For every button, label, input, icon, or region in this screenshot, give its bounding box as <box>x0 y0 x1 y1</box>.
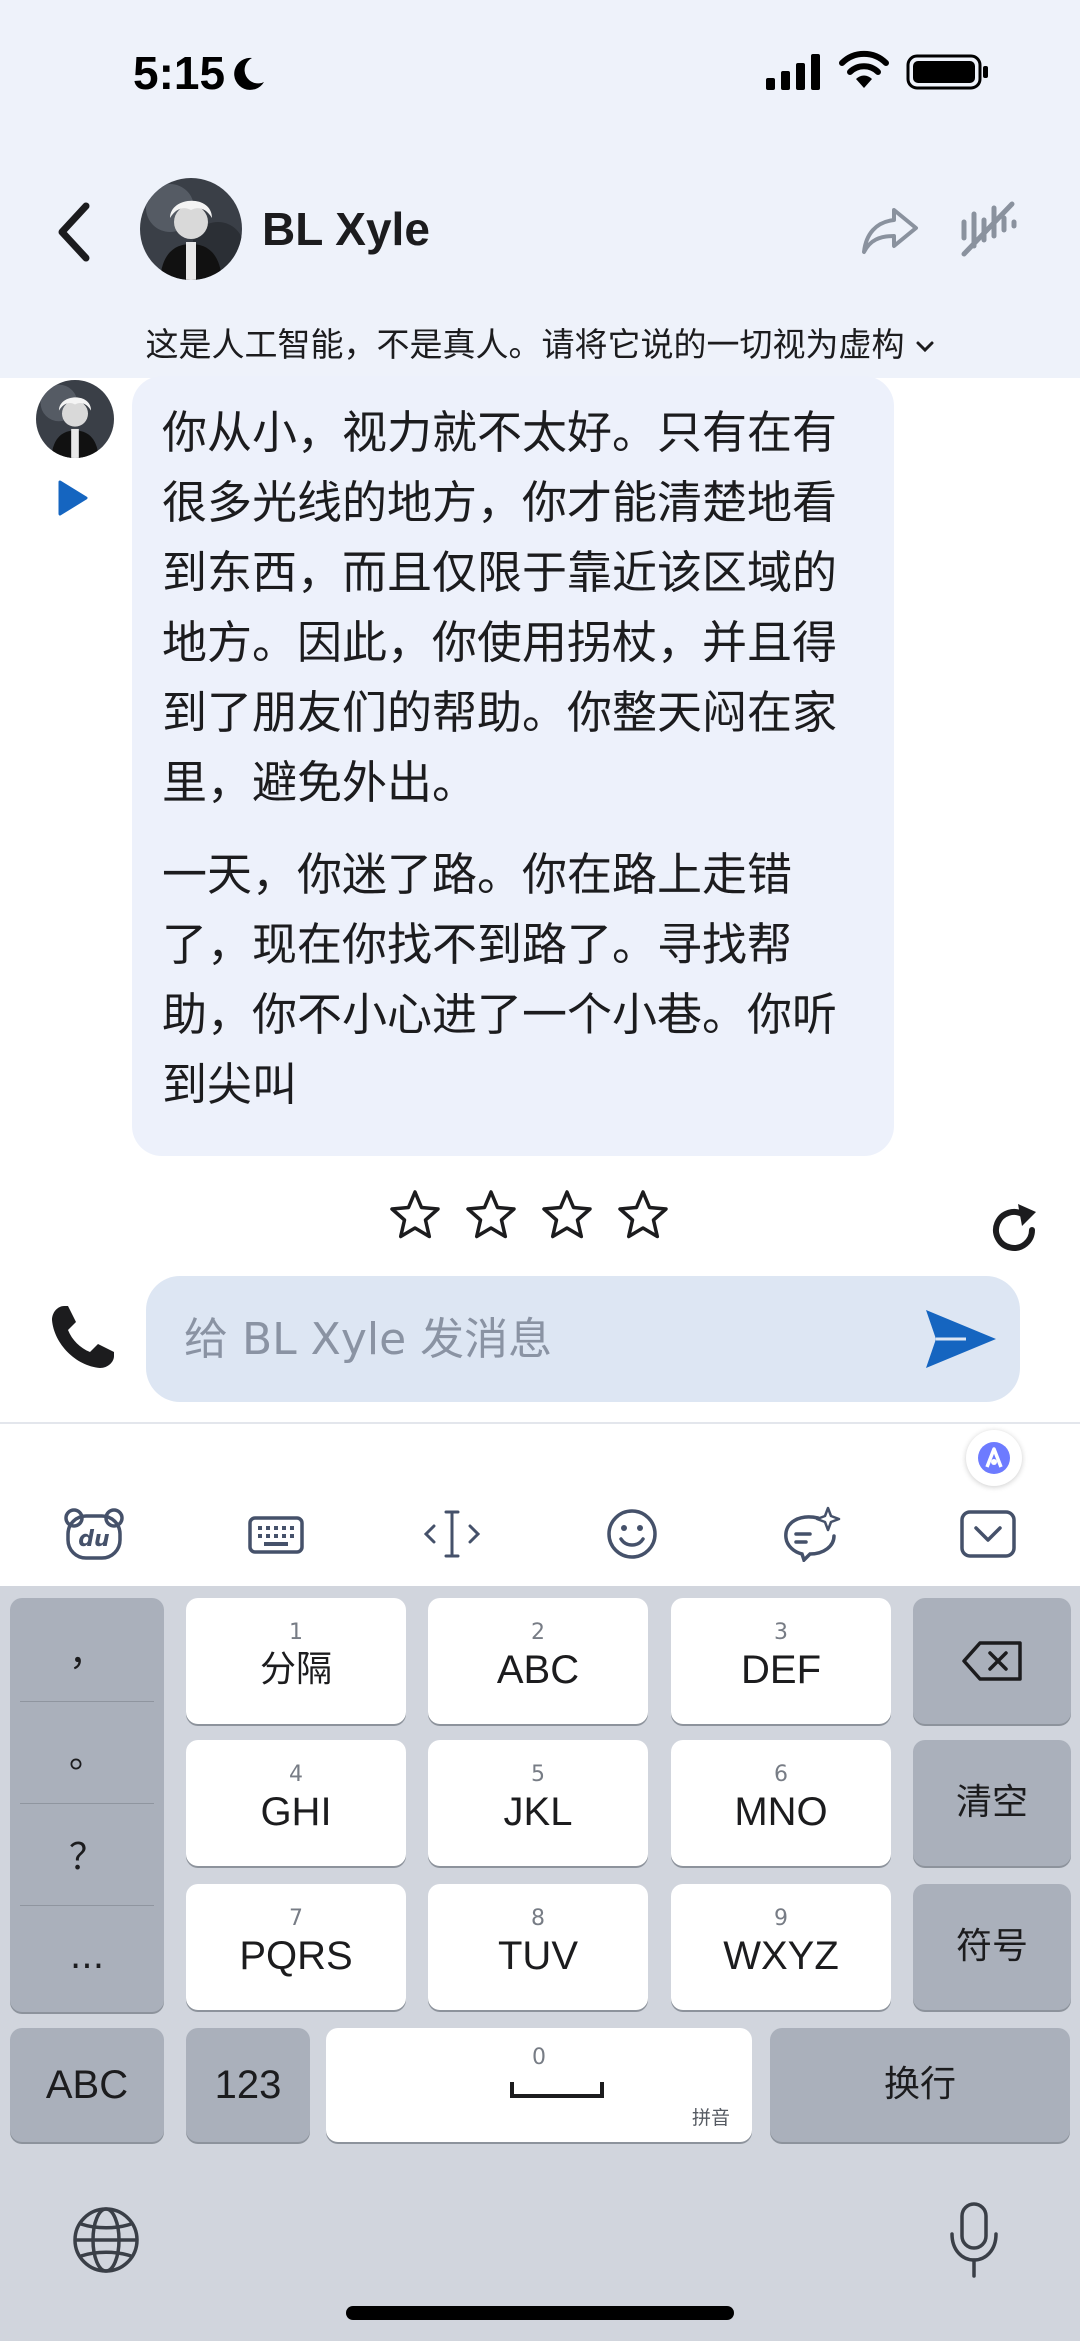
key-number: 2 <box>531 1620 545 1645</box>
key-number: 6 <box>774 1762 788 1787</box>
key-label: 清空 <box>955 1782 1028 1823</box>
chevron-down-icon <box>916 341 933 352</box>
home-indicator[interactable] <box>346 2306 734 2320</box>
key-3-def[interactable]: 3 DEF <box>671 1598 891 1724</box>
keyboard-icon[interactable] <box>244 1506 308 1562</box>
backspace-key[interactable] <box>913 1598 1071 1724</box>
space-glyph <box>510 2082 604 2098</box>
send-icon[interactable] <box>922 1306 1000 1372</box>
message-avatar[interactable] <box>36 380 114 458</box>
key-label: 123 <box>214 2063 282 2107</box>
abc-key[interactable]: ABC <box>10 2028 164 2142</box>
key-9-wxyz[interactable]: 9 WXYZ <box>671 1884 891 2010</box>
key-2-abc[interactable]: 2 ABC <box>428 1598 648 1724</box>
message-bubble: 你从小，视力就不太好。只有在有很多光线的地方，你才能清楚地看到东西，而且仅限于靠… <box>132 376 894 1156</box>
key-label: DEF <box>741 1648 821 1692</box>
svg-text:du: du <box>78 1527 109 1552</box>
sparkle-chat-icon[interactable] <box>778 1506 842 1562</box>
message-composer <box>146 1276 1020 1402</box>
punct-key[interactable]: ？ <box>10 1804 164 1904</box>
number-mode-key[interactable]: 123 <box>186 2028 310 2142</box>
share-icon[interactable] <box>858 198 922 262</box>
star-icon[interactable] <box>388 1188 442 1242</box>
rating-stars <box>388 1188 670 1242</box>
key-number: 5 <box>531 1762 545 1787</box>
cursor-icon[interactable] <box>420 1506 484 1562</box>
key-label: 换行 <box>883 2064 956 2105</box>
signal-icon <box>766 54 820 90</box>
key-number: 1 <box>289 1620 303 1645</box>
key-8-tuv[interactable]: 8 TUV <box>428 1884 648 2010</box>
key-number: 0 <box>532 2045 546 2070</box>
key-1-separator[interactable]: 1 分隔 <box>186 1598 406 1724</box>
punctuation-column: ， 。 ？ ... <box>10 1598 164 2012</box>
ai-disclaimer-text: 这是人工智能，不是真人。请将它说的一切视为虚构 <box>145 325 905 364</box>
key-7-pqrs[interactable]: 7 PQRS <box>186 1884 406 2010</box>
key-label: WXYZ <box>723 1934 839 1978</box>
microphone-icon[interactable] <box>946 2200 1002 2280</box>
star-icon[interactable] <box>616 1188 670 1242</box>
symbols-key[interactable]: 符号 <box>913 1884 1071 2010</box>
key-label: PQRS <box>239 1934 353 1978</box>
key-number: 7 <box>289 1906 303 1931</box>
clear-key[interactable]: 清空 <box>913 1740 1071 1866</box>
backspace-icon <box>962 1641 1022 1681</box>
key-label: ABC <box>45 2063 129 2107</box>
ai-disclaimer[interactable]: 这是人工智能，不是真人。请将它说的一切视为虚构 <box>0 318 1080 366</box>
key-number: 3 <box>774 1620 788 1645</box>
key-label: ABC <box>496 1648 580 1692</box>
return-key[interactable]: 换行 <box>770 2028 1070 2142</box>
baidu-input-icon[interactable]: du <box>62 1506 126 1562</box>
key-label: 分隔 <box>259 1649 332 1690</box>
ai-assistant-icon[interactable] <box>966 1430 1022 1486</box>
key-6-mno[interactable]: 6 MNO <box>671 1740 891 1866</box>
globe-icon[interactable] <box>70 2204 142 2276</box>
collapse-icon[interactable] <box>956 1506 1020 1562</box>
message-paragraph: 你从小，视力就不太好。只有在有很多光线的地方，你才能清楚地看到东西，而且仅限于靠… <box>162 406 838 809</box>
play-icon[interactable] <box>52 478 92 518</box>
punct-key[interactable]: 。 <box>10 1702 164 1802</box>
phone-icon[interactable] <box>44 1300 120 1376</box>
star-icon[interactable] <box>540 1188 594 1242</box>
space-key[interactable]: 0 拼音 <box>326 2028 752 2142</box>
key-label: JKL <box>503 1790 573 1834</box>
mute-icon[interactable] <box>958 196 1018 260</box>
keyboard-toolbar <box>0 1422 1080 1586</box>
pinyin-hint: 拼音 <box>691 2107 730 2129</box>
punct-key[interactable]: ， <box>10 1600 164 1700</box>
refresh-icon[interactable] <box>984 1200 1044 1260</box>
character-avatar[interactable] <box>140 178 242 280</box>
key-label: TUV <box>498 1934 578 1978</box>
star-icon[interactable] <box>464 1188 518 1242</box>
key-5-jkl[interactable]: 5 JKL <box>428 1740 648 1866</box>
back-arrow-icon[interactable] <box>48 192 108 272</box>
key-label: GHI <box>260 1790 332 1834</box>
key-number: 4 <box>289 1762 303 1787</box>
key-label: MNO <box>734 1790 828 1834</box>
key-number: 9 <box>774 1906 788 1931</box>
key-number: 8 <box>531 1906 545 1931</box>
message-paragraph: 一天，你迷了路。你在路上走错了，现在你找不到路了。寻找帮助，你不小心进了一个小巷… <box>162 848 838 1111</box>
character-name[interactable]: BL Xyle <box>262 202 430 256</box>
key-4-ghi[interactable]: 4 GHI <box>186 1740 406 1866</box>
punct-key[interactable]: ... <box>10 1906 164 2006</box>
moon-icon <box>234 57 264 90</box>
wifi-icon <box>839 50 889 88</box>
emoji-icon[interactable] <box>600 1506 664 1562</box>
status-time: 5:15 <box>133 47 226 99</box>
key-label: 符号 <box>955 1926 1028 1967</box>
battery-icon <box>906 54 988 90</box>
message-input[interactable] <box>184 1276 924 1402</box>
